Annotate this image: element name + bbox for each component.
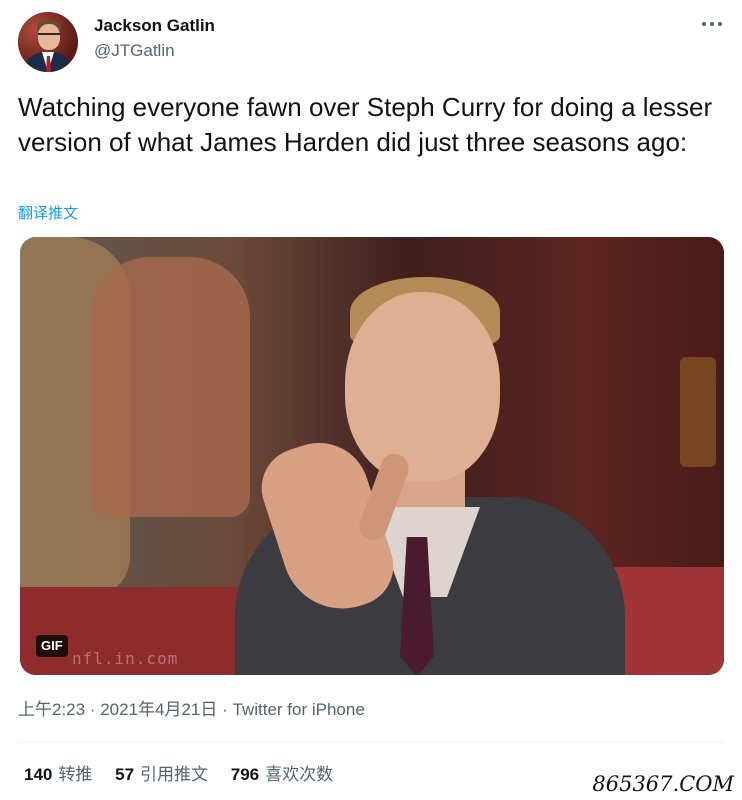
tweet-card: Jackson Gatlin @JTGatlin Watching everyo…: [0, 0, 742, 800]
tweet-source[interactable]: Twitter for iPhone: [233, 700, 365, 719]
tweet-media-gif[interactable]: GIF nfl.in.com: [20, 237, 724, 675]
likes-stat[interactable]: 796 喜欢次数: [231, 763, 333, 787]
retweets-stat[interactable]: 140 转推: [24, 763, 92, 787]
tweet-stats: 140 转推 57 引用推文 796 喜欢次数: [24, 763, 351, 787]
likes-label: 喜欢次数: [265, 765, 334, 784]
author-handle[interactable]: @JTGatlin: [94, 40, 175, 62]
meta-separator: ·: [85, 700, 101, 719]
divider: [18, 742, 724, 743]
translate-link[interactable]: 翻译推文: [18, 202, 78, 223]
tweet-time[interactable]: 上午2:23: [18, 700, 85, 719]
more-horizontal-icon[interactable]: [700, 12, 724, 36]
retweets-count: 140: [24, 765, 53, 784]
gif-badge: GIF: [36, 635, 68, 657]
tweet-header: Jackson Gatlin @JTGatlin: [18, 10, 724, 74]
likes-count: 796: [230, 765, 260, 784]
meta-separator: ·: [217, 700, 233, 719]
tweet-meta: 上午2:23 · 2021年4月21日 · Twitter for iPhone: [18, 699, 365, 721]
tweet-text: Watching everyone fawn over Steph Curry …: [18, 92, 713, 157]
quotes-count: 57: [115, 765, 135, 784]
author-name[interactable]: Jackson Gatlin: [94, 15, 215, 37]
gif-frame: [20, 237, 724, 675]
site-watermark: 865367.COM: [592, 772, 734, 796]
avatar[interactable]: [18, 12, 78, 72]
tweet-date[interactable]: 2021年4月21日: [100, 700, 217, 719]
media-watermark: nfl.in.com: [72, 649, 179, 668]
retweets-label: 转推: [58, 765, 93, 784]
quotes-stat[interactable]: 57 引用推文: [115, 763, 208, 787]
quotes-label: 引用推文: [140, 765, 209, 784]
